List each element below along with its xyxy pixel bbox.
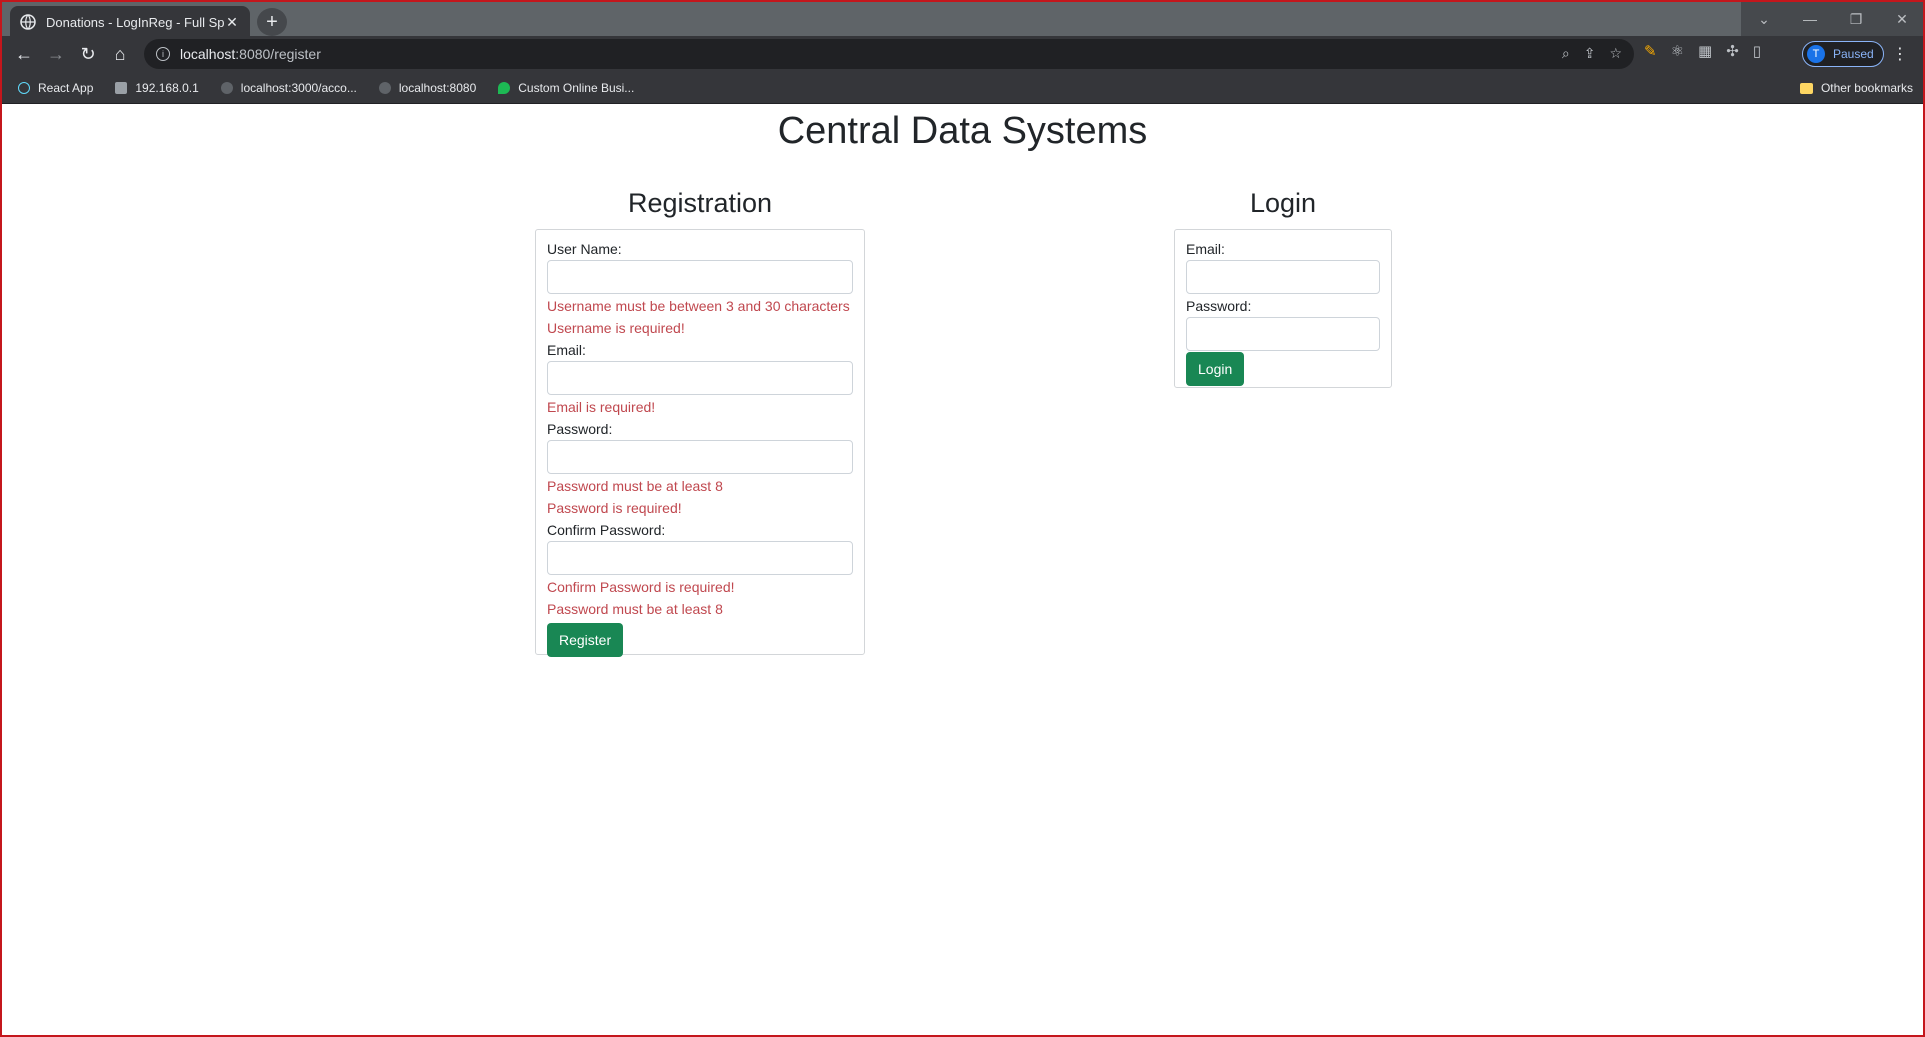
login-email-label: Email: <box>1186 241 1225 257</box>
globe-icon <box>220 81 233 94</box>
profile-button[interactable]: T Paused <box>1802 41 1884 67</box>
zoom-icon[interactable]: ⌕ <box>1562 45 1570 62</box>
login-email-input[interactable] <box>1186 260 1380 294</box>
url-host: localhost <box>180 46 236 62</box>
registration-form: User Name: Username must be between 3 an… <box>535 229 865 657</box>
forward-arrow-icon[interactable]: → <box>40 38 72 70</box>
confirm-password-input[interactable] <box>547 541 853 575</box>
extensions-area: ✎ ⚛ ▦ ✣ ▯ <box>1644 42 1761 60</box>
side-panel-icon[interactable]: ▯ <box>1753 42 1761 60</box>
minimize-icon[interactable]: — <box>1787 2 1833 36</box>
email-input[interactable] <box>547 361 853 395</box>
page-title: Central Data Systems <box>777 110 1148 152</box>
site-info-icon[interactable]: i <box>156 47 170 61</box>
bookmark-localhost-8080[interactable]: localhost:8080 <box>378 80 477 95</box>
back-arrow-icon[interactable]: ← <box>8 38 40 70</box>
profile-status: Paused <box>1833 47 1874 61</box>
tab-search-icon[interactable]: ⌄ <box>1741 2 1787 36</box>
password-error-length: Password must be at least 8 <box>547 478 723 494</box>
home-icon[interactable]: ⌂ <box>104 38 136 70</box>
tab-title: Donations - LogInReg - Full Sprin <box>46 14 224 30</box>
bookmark-label: localhost:3000/acco... <box>240 80 357 95</box>
bookmark-label: Custom Online Busi... <box>518 80 635 95</box>
browser-tab-active[interactable]: Donations - LogInReg - Full Sprin ✕ <box>10 6 250 38</box>
bookmark-label: 192.168.0.1 <box>135 80 199 95</box>
password-label: Password: <box>547 421 613 437</box>
browser-toolbar: ← → ↻ ⌂ i localhost:8080/register ⌕ ⇪ ☆ … <box>0 36 1925 72</box>
login-password-label: Password: <box>1186 298 1252 314</box>
bookmark-router[interactable]: 192.168.0.1 <box>115 80 199 95</box>
login-form: Email: Password: Login <box>1174 229 1392 388</box>
username-error-required: Username is required! <box>547 320 685 336</box>
react-icon <box>18 81 30 94</box>
globe-icon <box>20 14 36 30</box>
bookmarks-bar: React App 192.168.0.1 localhost:3000/acc… <box>0 72 1925 104</box>
login-heading: Login <box>1249 188 1317 218</box>
pen-extension-icon[interactable]: ✎ <box>1644 42 1657 60</box>
bookmark-localhost-3000[interactable]: localhost:3000/acco... <box>220 80 357 95</box>
page-content: Central Data Systems Registration User N… <box>0 104 1925 1037</box>
password-input[interactable] <box>547 440 853 474</box>
password-error-required: Password is required! <box>547 500 682 516</box>
bookmark-star-icon[interactable]: ☆ <box>1609 45 1622 62</box>
share-icon[interactable]: ⇪ <box>1584 45 1596 62</box>
square-extension-icon[interactable]: ▦ <box>1698 42 1712 60</box>
close-tab-icon[interactable]: ✕ <box>224 14 240 31</box>
confirm-error-required: Confirm Password is required! <box>547 579 735 595</box>
bookmark-label: React App <box>38 80 94 95</box>
username-label: User Name: <box>547 241 622 257</box>
bookmark-react-app[interactable]: React App <box>18 81 93 95</box>
omnibox-actions: ⌕ ⇪ ☆ <box>1562 45 1622 62</box>
other-bookmarks-label: Other bookmarks <box>1820 81 1913 95</box>
email-error-required: Email is required! <box>547 399 656 415</box>
leaf-icon <box>498 81 511 94</box>
react-extension-icon[interactable]: ⚛ <box>1671 42 1684 60</box>
puzzle-extensions-icon[interactable]: ✣ <box>1726 42 1739 60</box>
router-icon <box>115 81 128 94</box>
other-bookmarks[interactable]: Other bookmarks <box>1799 81 1913 95</box>
email-label: Email: <box>547 342 586 358</box>
login-password-input[interactable] <box>1186 317 1380 351</box>
login-button[interactable]: Login <box>1186 352 1245 386</box>
register-button[interactable]: Register <box>547 623 624 657</box>
registration-heading: Registration <box>627 188 773 218</box>
globe-icon <box>378 81 391 94</box>
address-bar[interactable]: i localhost:8080/register ⌕ ⇪ ☆ <box>144 39 1634 69</box>
avatar: T <box>1807 45 1825 63</box>
more-menu-icon[interactable]: ⋮ <box>1892 44 1908 64</box>
close-window-icon[interactable]: ✕ <box>1879 2 1925 36</box>
reload-icon[interactable]: ↻ <box>72 38 104 70</box>
restore-icon[interactable]: ❐ <box>1833 2 1879 36</box>
url-path: :8080/register <box>235 46 321 62</box>
username-input[interactable] <box>547 260 853 294</box>
bookmark-label: localhost:8080 <box>398 80 477 95</box>
tab-strip: Donations - LogInReg - Full Sprin ✕ + ⌄ … <box>0 0 1925 38</box>
username-error-length: Username must be between 3 and 30 charac… <box>547 298 850 314</box>
bookmark-custom-online[interactable]: Custom Online Busi... <box>498 81 634 95</box>
folder-icon <box>1799 82 1813 94</box>
window-controls: ⌄ — ❐ ✕ <box>1741 2 1925 36</box>
new-tab-button[interactable]: + <box>257 8 287 36</box>
confirm-error-length: Password must be at least 8 <box>547 601 723 617</box>
confirm-password-label: Confirm Password: <box>547 522 666 538</box>
